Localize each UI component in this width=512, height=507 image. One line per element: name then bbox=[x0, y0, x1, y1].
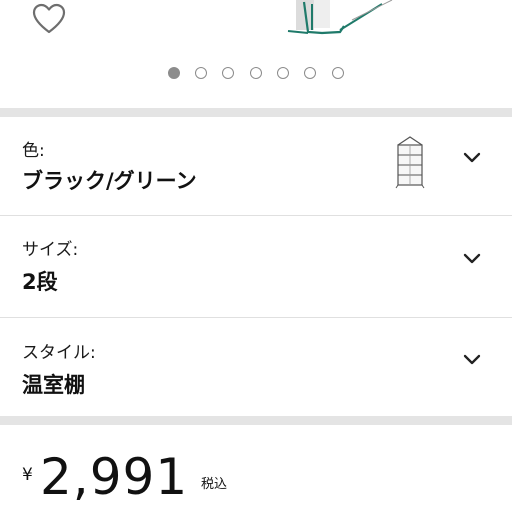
carousel-dot[interactable] bbox=[222, 67, 234, 79]
carousel-dot[interactable] bbox=[332, 67, 344, 79]
carousel-dot[interactable] bbox=[304, 67, 316, 79]
size-option-selector[interactable]: サイズ: 2段 bbox=[0, 216, 512, 318]
section-separator bbox=[0, 416, 512, 425]
size-option-label: サイズ: bbox=[22, 240, 79, 260]
chevron-down-icon[interactable] bbox=[462, 151, 482, 165]
chevron-down-icon[interactable] bbox=[462, 353, 482, 367]
color-option-label: 色: bbox=[22, 141, 45, 161]
section-separator bbox=[0, 108, 512, 117]
carousel-dots bbox=[0, 66, 512, 80]
carousel-dot[interactable] bbox=[277, 67, 289, 79]
carousel-dot[interactable] bbox=[168, 67, 180, 79]
heart-icon[interactable] bbox=[30, 2, 68, 36]
carousel-dot[interactable] bbox=[195, 67, 207, 79]
carousel-dot[interactable] bbox=[250, 67, 262, 79]
price-amount: 2,991 bbox=[40, 448, 189, 506]
chevron-down-icon[interactable] bbox=[462, 252, 482, 266]
color-option-selector[interactable]: 色: ブラック/グリーン bbox=[0, 117, 512, 219]
color-option-value: ブラック/グリーン bbox=[22, 169, 197, 193]
product-image-carousel[interactable] bbox=[0, 0, 512, 108]
greenhouse-shelf-icon bbox=[395, 136, 425, 189]
size-option-value: 2段 bbox=[22, 270, 58, 294]
style-option-value: 温室棚 bbox=[22, 373, 85, 397]
style-option-selector[interactable]: スタイル: 温室棚 bbox=[0, 318, 512, 420]
product-image bbox=[282, 0, 414, 38]
tax-included-label: 税込 bbox=[201, 477, 228, 492]
currency-symbol: ¥ bbox=[22, 465, 33, 485]
style-option-label: スタイル: bbox=[22, 343, 96, 363]
price-section: ¥ 2,991 税込 bbox=[0, 425, 512, 507]
